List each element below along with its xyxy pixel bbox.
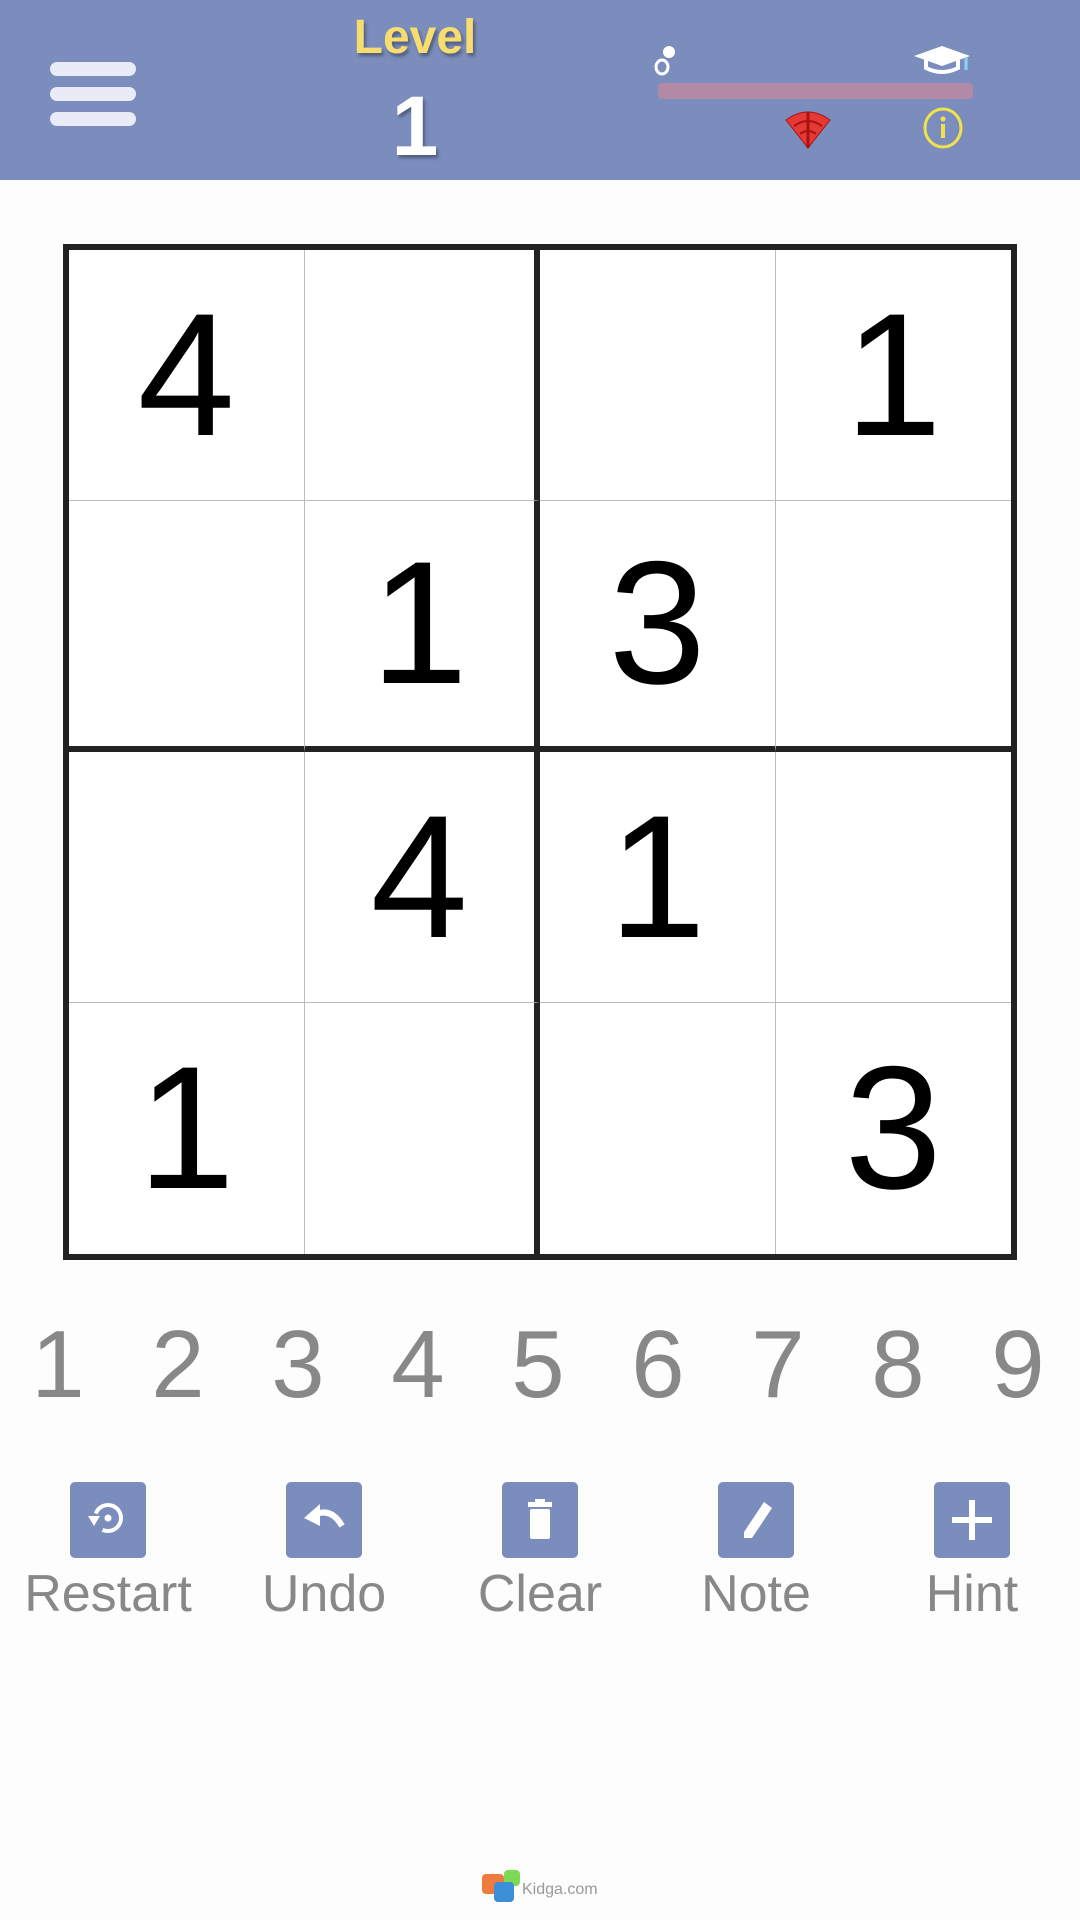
info-icon[interactable] (922, 106, 964, 150)
number-button-5[interactable]: 5 (488, 1310, 588, 1420)
hint-label: Hint (925, 1565, 1019, 1623)
restart-button[interactable]: Restart (18, 1482, 198, 1624)
pacifier-icon (654, 46, 675, 76)
cell-r3-c2[interactable]: 4 (304, 752, 540, 1003)
cell-r1-c3[interactable] (540, 250, 776, 501)
kidga-logo[interactable]: Kidga.com (482, 1868, 612, 1908)
restart-icon (70, 1482, 146, 1558)
number-button-6[interactable]: 6 (608, 1310, 708, 1420)
plus-icon (934, 1482, 1010, 1558)
trash-icon (502, 1482, 578, 1558)
restart-label: Restart (24, 1565, 192, 1623)
note-button[interactable]: Note (666, 1482, 846, 1624)
cell-r3-c1[interactable] (69, 752, 305, 1003)
cell-r1-c2[interactable] (304, 250, 540, 501)
number-button-7[interactable]: 7 (728, 1310, 828, 1420)
cell-r3-c3[interactable]: 1 (540, 752, 776, 1003)
cell-r2-c1[interactable] (69, 501, 305, 752)
number-button-3[interactable]: 3 (248, 1310, 348, 1420)
cell-r1-c1[interactable]: 4 (69, 250, 305, 501)
cell-r4-c1[interactable]: 1 (69, 1003, 305, 1254)
menu-icon[interactable] (50, 62, 136, 126)
top-bar: Level 1 (0, 0, 1080, 180)
level-label: Level (353, 11, 477, 64)
note-label: Note (701, 1565, 811, 1623)
undo-label: Undo (261, 1565, 387, 1623)
pencil-icon (718, 1482, 794, 1558)
progress-bar (658, 83, 973, 99)
number-pad: 123456789 (0, 1310, 1080, 1420)
clear-button[interactable]: Clear (450, 1482, 630, 1624)
number-button-9[interactable]: 9 (968, 1310, 1068, 1420)
cell-r3-c4[interactable] (775, 752, 1011, 1003)
undo-icon (286, 1482, 362, 1558)
sudoku-board: 41134113 (63, 244, 1017, 1260)
undo-button[interactable]: Undo (234, 1482, 414, 1624)
cell-r4-c3[interactable] (540, 1003, 776, 1254)
cell-r2-c2[interactable]: 1 (304, 501, 540, 752)
number-button-2[interactable]: 2 (128, 1310, 228, 1420)
cell-r4-c4[interactable]: 3 (776, 1003, 1012, 1254)
graduation-cap-icon (914, 46, 970, 74)
wifi-off-icon (785, 111, 831, 149)
number-button-4[interactable]: 4 (368, 1310, 468, 1420)
svg-text:Kidga.com: Kidga.com (522, 1881, 598, 1898)
cell-r2-c4[interactable] (775, 501, 1011, 752)
number-button-1[interactable]: 1 (8, 1310, 108, 1420)
level-number: 1 (391, 79, 439, 173)
hint-button[interactable]: Hint (882, 1482, 1062, 1624)
clear-label: Clear (477, 1565, 603, 1623)
number-button-8[interactable]: 8 (848, 1310, 948, 1420)
cell-r2-c3[interactable]: 3 (540, 501, 776, 752)
cell-r4-c2[interactable] (305, 1003, 540, 1254)
cell-r1-c4[interactable]: 1 (775, 250, 1011, 501)
